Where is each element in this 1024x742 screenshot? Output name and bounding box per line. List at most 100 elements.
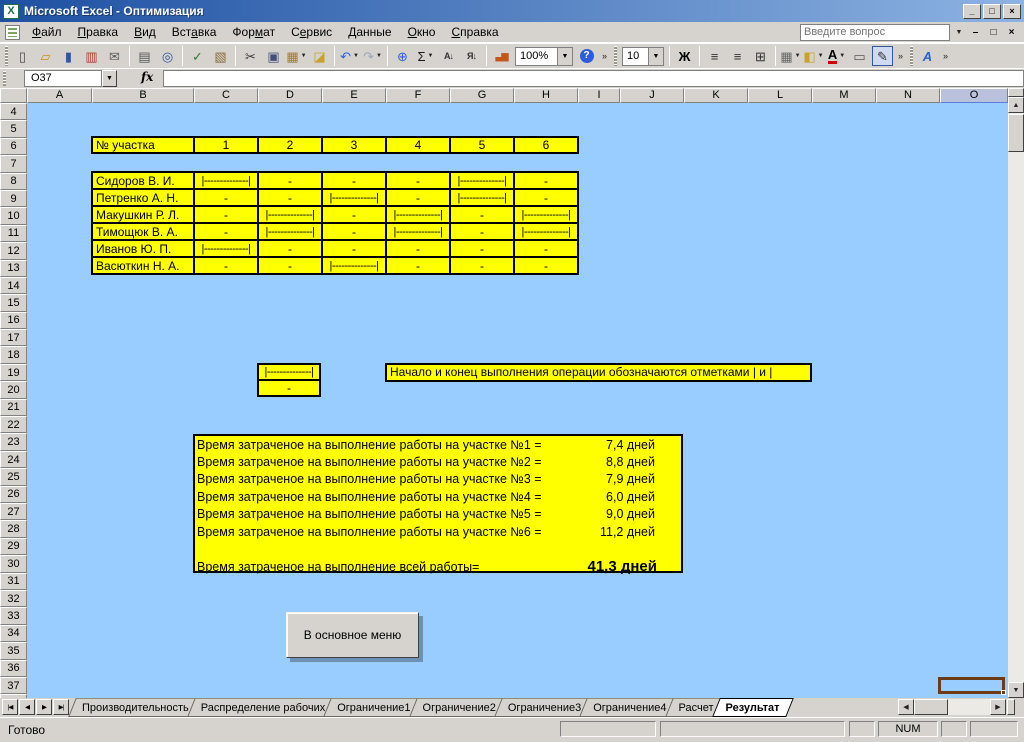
- row-header-5[interactable]: 5: [0, 120, 27, 138]
- schedule-cell[interactable]: -: [451, 224, 513, 239]
- workbook-restore-button[interactable]: □: [986, 27, 1001, 38]
- save-icon[interactable]: ▮: [58, 46, 79, 66]
- schedule-cell[interactable]: -: [387, 173, 449, 188]
- schedule-cell[interactable]: -: [323, 207, 385, 222]
- row-header-4[interactable]: 4: [0, 103, 27, 121]
- scroll-right-icon[interactable]: ▶: [990, 699, 1006, 715]
- dropdown-icon[interactable]: ▼: [376, 53, 382, 59]
- column-header-c[interactable]: C: [194, 88, 258, 103]
- result-value[interactable]: 7,4 дней: [551, 438, 681, 452]
- vertical-scroll-thumb[interactable]: [1008, 114, 1024, 152]
- fill-handle[interactable]: [1001, 690, 1006, 695]
- tab-constraint-4[interactable]: Ограничение4: [583, 698, 676, 717]
- schedule-cell[interactable]: -: [515, 173, 577, 188]
- column-header-f[interactable]: F: [386, 88, 450, 103]
- area-number-cell[interactable]: 5: [451, 138, 513, 152]
- schedule-cell[interactable]: |--------------|: [259, 207, 321, 222]
- scroll-left-icon[interactable]: ◀: [898, 699, 914, 715]
- schedule-cell[interactable]: -: [387, 190, 449, 205]
- workbook-close-button[interactable]: ×: [1004, 27, 1019, 38]
- permission-icon[interactable]: ▥: [81, 46, 102, 66]
- spelling-icon[interactable]: ✓: [187, 46, 208, 66]
- schedule-cell[interactable]: |--------------|: [387, 224, 449, 239]
- autosum-icon[interactable]: Σ ▼: [415, 46, 436, 66]
- sort-descending-icon[interactable]: Я↓: [461, 46, 482, 66]
- row-header-12[interactable]: 12: [0, 242, 27, 260]
- name-box[interactable]: O37: [24, 70, 102, 87]
- help-icon[interactable]: ?: [576, 46, 597, 66]
- schedule-cell[interactable]: |--------------|: [451, 190, 513, 205]
- area-number-cell[interactable]: 3: [323, 138, 385, 152]
- horizontal-scroll-thumb[interactable]: [914, 699, 948, 715]
- row-header-9[interactable]: 9: [0, 189, 27, 208]
- zoom-combo[interactable]: 100% ▼: [515, 46, 573, 66]
- row-header-32[interactable]: 32: [0, 589, 27, 608]
- schedule-cell[interactable]: -: [515, 190, 577, 205]
- schedule-cell[interactable]: -: [195, 207, 257, 222]
- column-header-h[interactable]: H: [514, 88, 578, 103]
- cut-icon[interactable]: ✂: [240, 46, 261, 66]
- row-header-23[interactable]: 23: [0, 433, 27, 451]
- result-label[interactable]: Время затраченое на выполнение работы на…: [195, 472, 551, 486]
- row-header-7[interactable]: 7: [0, 155, 27, 173]
- column-header-o[interactable]: O: [940, 88, 1008, 103]
- row-header-31[interactable]: 31: [0, 572, 27, 590]
- tab-constraint-1[interactable]: Ограничение1: [327, 698, 420, 717]
- schedule-cell[interactable]: |--------------|: [387, 207, 449, 222]
- row-header-27[interactable]: 27: [0, 502, 27, 521]
- schedule-cell[interactable]: -: [259, 190, 321, 205]
- font-size-combo-value[interactable]: 10: [623, 50, 648, 62]
- row-header-15[interactable]: 15: [0, 294, 27, 312]
- font-size-combo[interactable]: 10 ▼: [622, 46, 664, 66]
- dropdown-icon[interactable]: ▼: [428, 53, 434, 59]
- main-menu-button[interactable]: В основное меню: [286, 612, 419, 658]
- column-header-j[interactable]: J: [620, 88, 684, 103]
- row-header-34[interactable]: 34: [0, 624, 27, 643]
- column-header-g[interactable]: G: [450, 88, 514, 103]
- row-header-29[interactable]: 29: [0, 537, 27, 556]
- question-dropdown-icon[interactable]: ▼: [953, 29, 965, 36]
- schedule-cell[interactable]: -: [515, 258, 577, 273]
- row-header-11[interactable]: 11: [0, 224, 27, 243]
- schedule-cell[interactable]: -: [195, 258, 257, 273]
- worker-name-cell[interactable]: Тимощюк В. А.: [93, 224, 193, 239]
- schedule-cell[interactable]: |--------------|: [323, 258, 385, 273]
- row-header-22[interactable]: 22: [0, 416, 27, 434]
- vertical-scrollbar[interactable]: ▲ ▼: [1008, 88, 1024, 698]
- schedule-cell[interactable]: -: [515, 241, 577, 256]
- toolbar-options-chevron[interactable]: »: [894, 45, 907, 67]
- schedule-cell[interactable]: -: [387, 258, 449, 273]
- tab-workers-distribution[interactable]: Распределение рабочих: [191, 698, 335, 717]
- schedule-cell[interactable]: |--------------|: [195, 173, 257, 188]
- row-header-25[interactable]: 25: [0, 468, 27, 486]
- column-header-k[interactable]: K: [684, 88, 748, 103]
- borders-icon[interactable]: ▦ ▼: [780, 46, 801, 66]
- redo-icon[interactable]: ↷ ▼: [362, 46, 383, 66]
- result-value[interactable]: 8,8 дней: [551, 455, 681, 469]
- tab-constraint-2[interactable]: Ограничение2: [413, 698, 506, 717]
- schedule-cell[interactable]: -: [195, 224, 257, 239]
- result-label[interactable]: Время затраченое на выполнение работы на…: [195, 490, 551, 504]
- row-header-21[interactable]: 21: [0, 398, 27, 417]
- dropdown-icon[interactable]: ▼: [557, 47, 572, 65]
- format-painter-icon[interactable]: ◪: [309, 46, 330, 66]
- tab-split-handle[interactable]: [1007, 699, 1015, 715]
- schedule-cell[interactable]: |--------------|: [259, 224, 321, 239]
- area-number-cell[interactable]: 2: [259, 138, 321, 152]
- row-header-30[interactable]: 30: [0, 555, 27, 573]
- column-header-l[interactable]: L: [748, 88, 812, 103]
- schedule-cell[interactable]: |--------------|: [451, 173, 513, 188]
- row-header-26[interactable]: 26: [0, 485, 27, 503]
- row-header-6[interactable]: 6: [0, 137, 27, 156]
- dropdown-icon[interactable]: ▼: [301, 53, 307, 59]
- result-label[interactable]: Время затраченое на выполнение работы на…: [195, 525, 551, 539]
- copy-icon[interactable]: ▣: [263, 46, 284, 66]
- new-document-icon[interactable]: ▯: [12, 46, 33, 66]
- align-left-icon[interactable]: ≡: [704, 46, 725, 66]
- legend-note[interactable]: Начало и конец выполнения операции обозн…: [385, 363, 812, 382]
- total-label[interactable]: Время затраченое на выполнение всей рабо…: [197, 560, 521, 574]
- row-header-37[interactable]: 37: [0, 676, 27, 695]
- column-header-a[interactable]: A: [27, 88, 92, 103]
- question-input[interactable]: [800, 23, 950, 41]
- result-label[interactable]: Время затраченое на выполнение работы на…: [195, 455, 551, 469]
